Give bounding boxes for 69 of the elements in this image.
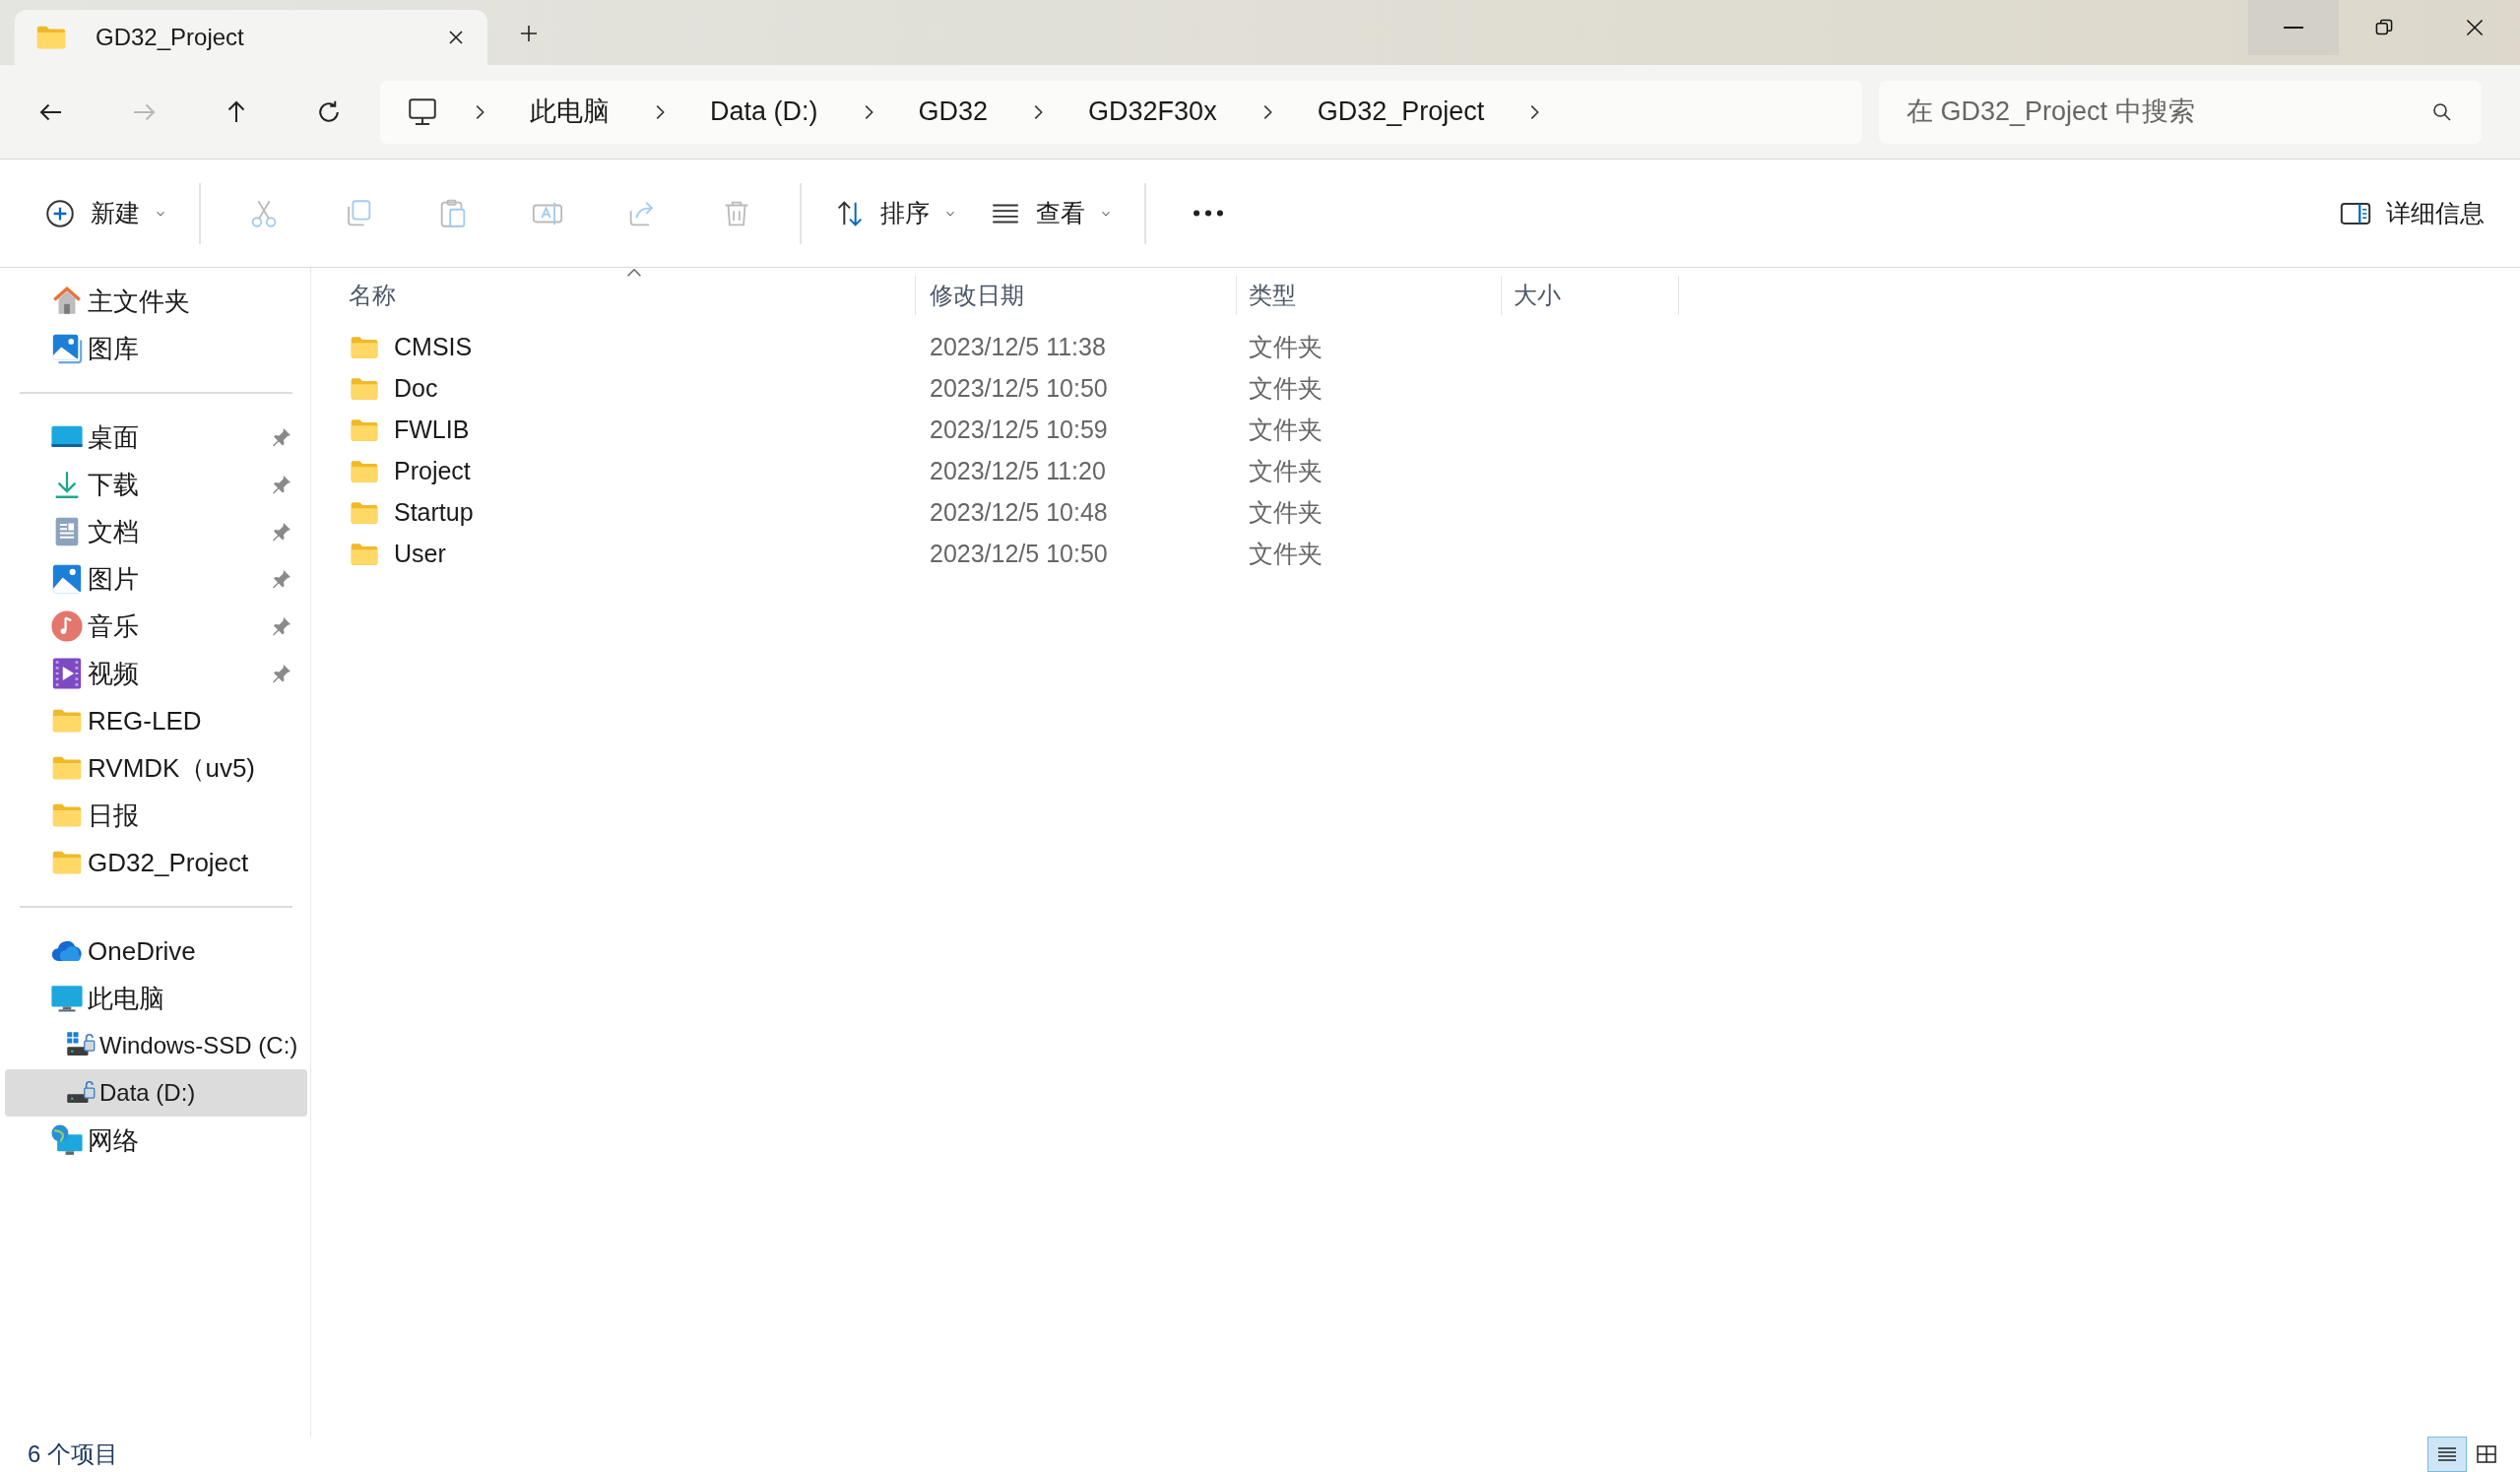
sidebar-item[interactable]: 视频 [5, 650, 307, 697]
table-cell-text: 2023/12/5 10:48 [929, 497, 1109, 529]
pin-icon [270, 425, 293, 449]
table-cell-text: 文件夹 [1248, 497, 1324, 529]
file-row[interactable]: CMSIS [311, 327, 916, 368]
details-pane-button[interactable]: 详细信息 [2339, 183, 2485, 243]
details-view-button[interactable] [2427, 1437, 2467, 1472]
column-header[interactable]: 类型 [1237, 276, 1502, 315]
sidebar-item[interactable]: 桌面 [5, 414, 307, 461]
column-header[interactable]: 修改日期 [916, 276, 1237, 315]
pin-icon [270, 473, 293, 496]
file-row[interactable]: FWLIB [311, 410, 916, 451]
sidebar-item[interactable]: 主文件夹 [5, 278, 307, 325]
breadcrumb-item[interactable]: GD32F30x [1078, 92, 1227, 132]
pin-icon [270, 520, 293, 544]
table-cell-text: 2023/12/5 10:50 [929, 373, 1109, 405]
sidebar-item[interactable]: 图库 [5, 325, 307, 372]
table-cell-text: 2023/12/5 11:20 [929, 456, 1107, 487]
music-note-icon [50, 609, 84, 643]
sidebar-item[interactable]: GD32_Project [5, 839, 307, 886]
minimize-button[interactable] [2248, 0, 2339, 55]
sidebar-item[interactable]: 图片 [5, 555, 307, 603]
column-header[interactable]: 名称 [311, 276, 916, 315]
sidebar-item[interactable]: OneDrive [5, 928, 307, 975]
table-cell-text: 2023/12/5 10:59 [929, 415, 1109, 446]
more-icon [1193, 209, 1224, 218]
sidebar-item[interactable]: 日报 [5, 792, 307, 839]
pin-icon [270, 567, 293, 591]
sidebar-item[interactable]: Data (D:) [5, 1069, 307, 1117]
table-cell-text: 文件夹 [1248, 373, 1324, 405]
pin-icon [270, 614, 293, 638]
table-cell-text: 文件夹 [1248, 456, 1324, 487]
gallery-icon [50, 332, 84, 365]
breadcrumb-item[interactable]: 此电脑 [520, 92, 619, 132]
item-count: 6 个项目 [28, 1440, 118, 1469]
file-row[interactable]: Project [311, 451, 916, 492]
tiles-view-icon [2475, 1442, 2498, 1466]
address-bar[interactable]: 此电脑 Data (D:) GD32 GD32F30x GD32_Project [380, 80, 1862, 144]
picture-icon [50, 562, 84, 596]
table-cell-text: 2023/12/5 10:50 [929, 539, 1109, 570]
table-cell-text: 2023/12/5 11:38 [929, 332, 1107, 363]
table-cell-text: 文件夹 [1248, 415, 1324, 446]
file-row[interactable]: Startup [311, 492, 916, 534]
file-row[interactable]: User [311, 534, 916, 575]
breadcrumb-item[interactable]: Data (D:) [700, 92, 828, 132]
window-tab[interactable]: GD32_Project [15, 10, 487, 65]
network-globe-icon [50, 1123, 84, 1157]
breadcrumb-item[interactable]: GD32_Project [1307, 92, 1495, 132]
sidebar-item[interactable]: 文档 [5, 508, 307, 555]
file-row[interactable]: Doc [311, 368, 916, 410]
sidebar-item[interactable]: 音乐 [5, 603, 307, 650]
minimize-icon [2284, 27, 2303, 29]
sidebar-item[interactable]: 下载 [5, 461, 307, 508]
table-cell-text: 文件夹 [1248, 332, 1324, 363]
sort-button[interactable]: 排序 [817, 183, 973, 243]
sort-indicator-icon [626, 268, 642, 278]
sidebar-item[interactable]: REG-LED [5, 697, 307, 744]
view-button[interactable]: 查看 [973, 183, 1129, 243]
sidebar-item[interactable]: 此电脑 [5, 975, 307, 1022]
column-header[interactable]: 大小 [1502, 276, 1679, 315]
new-button[interactable]: 新建 [28, 183, 183, 243]
sidebar-item[interactable]: RVMDK（uv5) [5, 744, 307, 792]
sidebar-item[interactable]: Windows-SSD (C:) [5, 1022, 307, 1069]
sidebar-item[interactable]: 网络 [5, 1117, 307, 1164]
video-icon [50, 657, 84, 690]
search-field[interactable]: 在 GD32_Project 中搜索 [1879, 80, 2482, 144]
pin-icon [270, 662, 293, 685]
table-cell-text: 文件夹 [1248, 539, 1324, 570]
breadcrumb-item[interactable]: GD32 [908, 92, 999, 132]
